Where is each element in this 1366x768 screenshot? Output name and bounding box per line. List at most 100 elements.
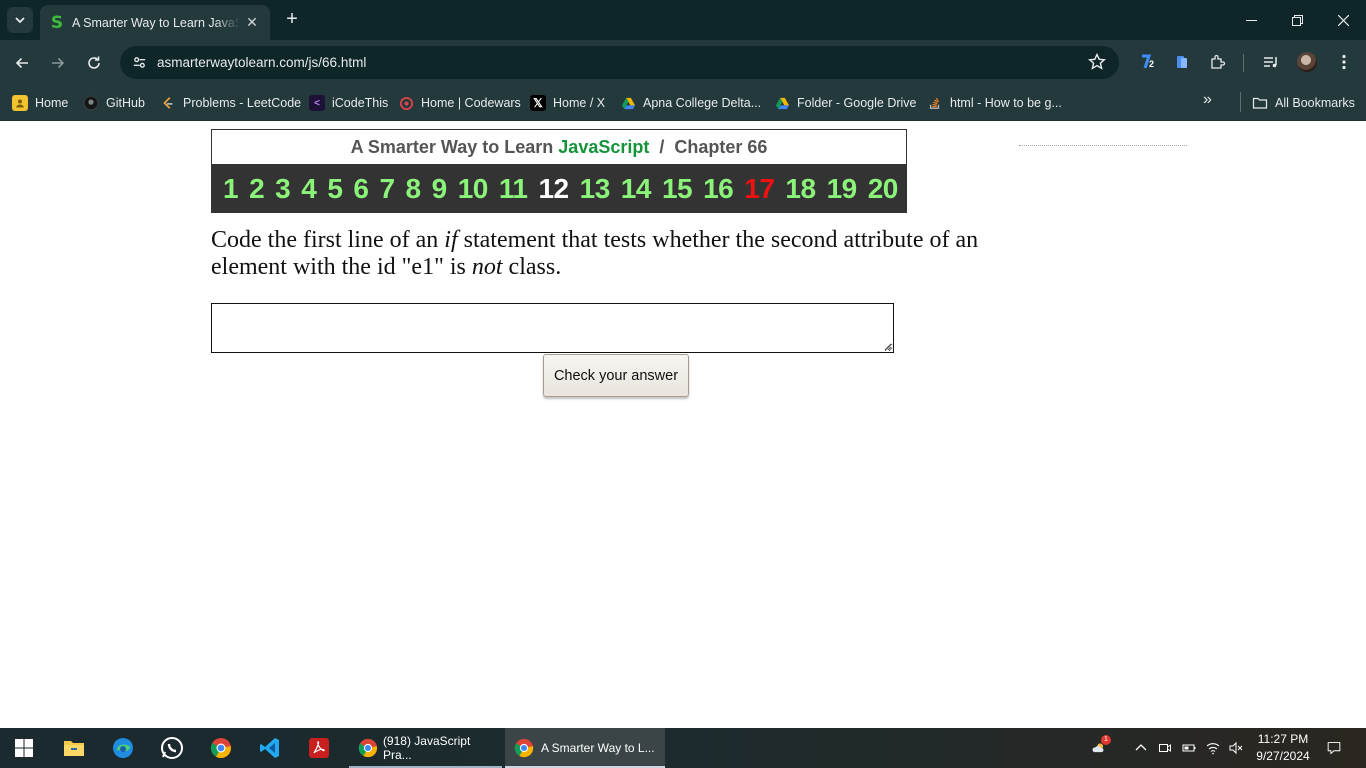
bookmark-item[interactable]: Home | Codewars [398,93,521,113]
exercise-link-18[interactable]: 18 [785,173,816,205]
answer-input[interactable] [211,303,894,353]
reload-button[interactable] [81,50,107,76]
camera-icon [1159,744,1171,752]
chapter-header-box: A Smarter Way to Learn JavaScript / Chap… [211,129,907,213]
bookmark-star-icon[interactable] [1087,52,1107,72]
exercise-link-10[interactable]: 10 [458,173,489,205]
extension-button[interactable]: 2 [1136,51,1158,73]
browser-menu-button[interactable] [1333,51,1355,73]
tab-search-button[interactable] [7,7,33,33]
question-text: Code the first line of an if statement t… [211,227,1031,281]
puzzle-icon [1211,54,1226,69]
bookmark-item[interactable]: GitHub [83,93,145,113]
tray-overflow-button[interactable] [1133,740,1149,756]
reload-icon [88,56,100,69]
chrome-button[interactable] [197,728,245,768]
clock-time: 11:27 PM [1257,732,1309,746]
question-emphasis: not [471,254,503,280]
address-bar[interactable]: asmarterwaytolearn.com/js/66.html [120,46,1119,79]
exercise-link-12[interactable]: 12 [538,173,569,205]
back-button[interactable] [9,50,35,76]
edge-icon [113,738,133,758]
x-icon: 𝕏 [530,95,546,111]
battery-button[interactable] [1181,740,1197,756]
notifications-button[interactable] [1325,739,1343,757]
chrome-icon [358,738,378,758]
new-tab-button[interactable]: + [281,9,303,31]
chrome-icon [210,738,232,759]
page-content: A Smarter Way to Learn JavaScript / Chap… [0,121,1366,728]
close-window-button[interactable] [1320,0,1366,40]
exercise-link-3[interactable]: 3 [275,173,291,205]
exercise-link-15[interactable]: 15 [662,173,693,205]
chrome-icon [514,738,534,758]
exercise-link-11[interactable]: 11 [499,173,528,205]
exercise-link-4[interactable]: 4 [301,173,317,205]
exercise-link-20[interactable]: 20 [868,173,899,205]
site-favicon-icon: S [50,12,64,33]
acrobat-button[interactable] [295,728,343,768]
question-emphasis: if [444,227,458,253]
bookmark-item[interactable]: < iCodeThis [309,93,388,113]
volume-button[interactable] [1228,740,1244,756]
bookmark-item[interactable]: Home [12,93,68,113]
exercise-link-14[interactable]: 14 [621,173,652,205]
resize-grip-icon[interactable] [882,341,892,351]
leetcode-icon [160,95,176,111]
media-controls-button[interactable] [1260,51,1282,73]
minimize-button[interactable] [1228,0,1274,40]
folder-icon [64,741,84,756]
check-answer-button[interactable]: Check your answer [543,354,689,397]
all-bookmarks-button[interactable]: All Bookmarks [1252,93,1355,113]
language-link[interactable]: JavaScript [558,137,649,158]
exercise-link-19[interactable]: 19 [827,173,858,205]
whatsapp-button[interactable] [148,728,196,768]
exercise-link-13[interactable]: 13 [580,173,611,205]
decorative-dotted-line [1019,145,1187,146]
bookmark-item[interactable]: html - How to be g... [927,93,1062,113]
exercise-link-17[interactable]: 17 [744,173,775,205]
bookmark-item[interactable]: Folder - Google Drive [774,93,917,113]
system-clock[interactable]: 11:27 PM 9/27/2024 [1252,731,1314,765]
browser-tab-active[interactable]: S A Smarter Way to Learn JavaScript ✕ [40,5,270,40]
windows-logo-icon [15,739,33,757]
edge-button[interactable] [99,728,147,768]
header-separator: / [659,136,665,157]
extensions-menu-button[interactable] [1207,51,1229,73]
close-icon [1337,14,1349,26]
network-button[interactable] [1205,740,1221,756]
bookmark-label: Home | Codewars [421,96,521,110]
exercise-link-1[interactable]: 1 [223,173,239,205]
exercise-link-16[interactable]: 16 [703,173,734,205]
weather-widget[interactable]: 1 [1087,735,1111,760]
bookmarks-overflow-chevron-icon[interactable]: » [1203,91,1212,109]
profile-avatar[interactable] [1297,52,1317,72]
start-button[interactable] [0,728,48,768]
site-name: A Smarter Way to Learn [350,136,554,157]
bookmark-item[interactable]: Apna College Delta... [620,93,761,113]
vscode-button[interactable] [246,728,294,768]
exercise-link-9[interactable]: 9 [432,173,448,205]
forward-button[interactable] [45,50,71,76]
bookmark-label: iCodeThis [332,96,389,110]
stackoverflow-icon [927,95,943,111]
taskbar-app-chrome[interactable]: (918) JavaScript Pra... [349,728,502,768]
extension-button[interactable] [1171,51,1193,73]
exercise-link-6[interactable]: 6 [353,173,369,205]
exercise-link-2[interactable]: 2 [249,173,265,205]
browser-toolbar: asmarterwaytolearn.com/js/66.html 2 [0,40,1366,85]
tab-close-icon[interactable]: ✕ [244,14,260,31]
file-explorer-button[interactable] [50,728,98,768]
bookmark-item[interactable]: 𝕏 Home / X [530,93,605,113]
exercise-link-8[interactable]: 8 [406,173,422,205]
restore-icon [1291,14,1303,26]
chapter-title: Chapter 66 [674,136,768,157]
minimize-icon [1245,19,1257,21]
taskbar-app-chrome-active[interactable]: A Smarter Way to L... [505,728,665,768]
site-info-button[interactable] [128,51,150,73]
exercise-link-7[interactable]: 7 [379,173,395,205]
meet-now-button[interactable] [1157,740,1173,756]
bookmark-item[interactable]: Problems - LeetCode [160,93,301,113]
restore-button[interactable] [1274,0,1320,40]
exercise-link-5[interactable]: 5 [327,173,343,205]
